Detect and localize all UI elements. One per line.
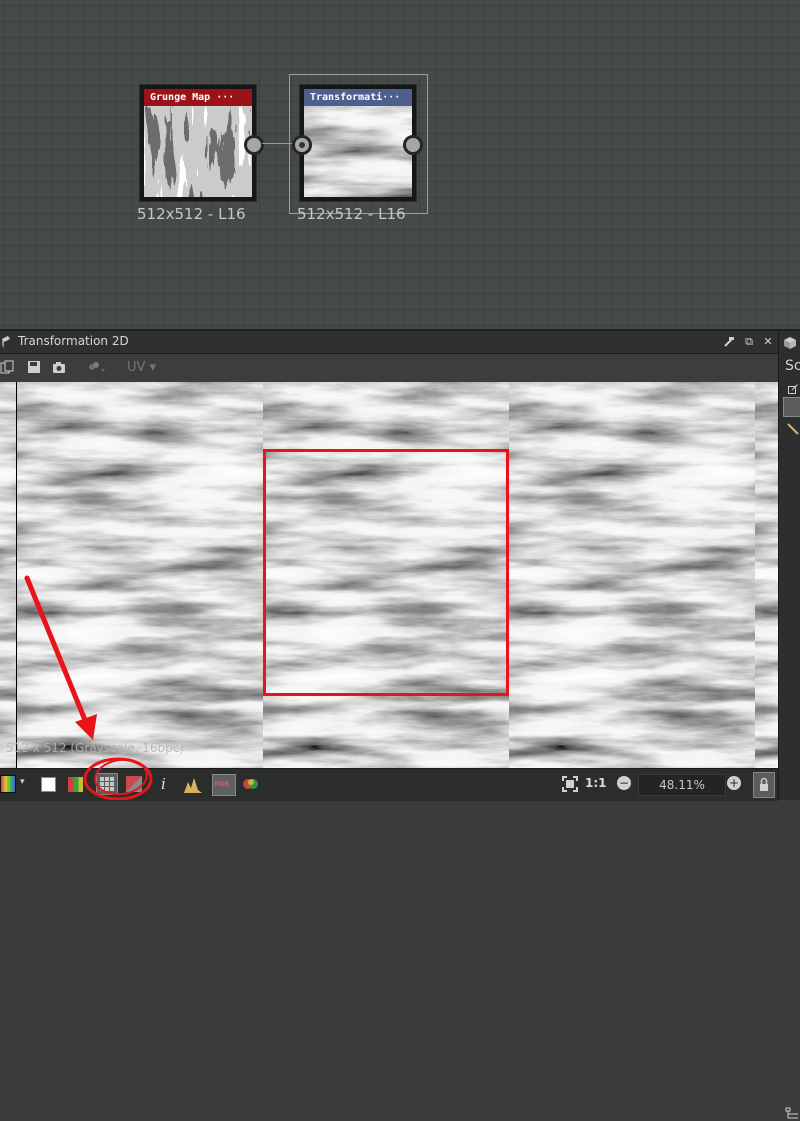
grunge-map-node[interactable]: Grunge Map ···: [139, 84, 257, 202]
histogram-icon[interactable]: [184, 776, 202, 794]
tiling-mode-icon[interactable]: [126, 776, 142, 792]
input-port[interactable]: [292, 135, 312, 155]
external-link-icon[interactable]: [788, 384, 798, 394]
color-channels-icon[interactable]: [243, 776, 259, 792]
actual-size-button[interactable]: 1:1: [585, 776, 607, 790]
output-port[interactable]: [244, 135, 264, 155]
color-mode-icon[interactable]: [0, 775, 16, 793]
transformation-node[interactable]: Transformati···: [299, 84, 417, 202]
plus-icon: +: [728, 776, 740, 790]
node-thumbnail: [304, 106, 412, 197]
node-thumbnail: [144, 106, 252, 197]
channels-icon[interactable]: [87, 360, 105, 374]
close-button[interactable]: ✕: [759, 333, 777, 351]
lock-button[interactable]: [753, 772, 775, 798]
fit-to-view-icon[interactable]: [562, 776, 578, 792]
panel-titlebar: Transformation 2D ⧉ ✕: [0, 331, 778, 354]
panel-title: Transformation 2D: [18, 334, 129, 348]
zoom-value[interactable]: 48.11%: [638, 774, 726, 796]
texture-tile: [509, 382, 755, 768]
pin-icon: [724, 337, 734, 347]
output-port[interactable]: [403, 135, 423, 155]
highlight-box: [263, 449, 509, 696]
texture-tile: [0, 382, 16, 768]
node-resolution-label: 512x512 - L16: [297, 205, 406, 223]
color-mode-dropdown-icon[interactable]: ▾: [20, 777, 25, 787]
view-toolbar: UV ▾: [0, 354, 778, 382]
node-title: Grunge Map ···: [144, 89, 252, 106]
side-panel-title: Sc: [785, 358, 800, 374]
cube-icon: [2, 336, 10, 348]
texture-tile: [17, 382, 263, 768]
texture-tile: [755, 382, 778, 768]
tiling-grid-icon[interactable]: [96, 773, 118, 795]
zoom-out-button[interactable]: −: [617, 776, 631, 790]
float-button[interactable]: ⧉: [740, 333, 758, 351]
zoom-in-button[interactable]: +: [727, 776, 741, 790]
pin-button[interactable]: [720, 333, 738, 351]
copy-icon[interactable]: [0, 360, 14, 374]
node-graph[interactable]: Grunge Map ··· Transformati··· 512x512 -…: [0, 0, 800, 330]
view-bottom-toolbar: ▾ i RGB 1:1 − 48.11% +: [0, 768, 778, 801]
save-icon[interactable]: [27, 360, 41, 374]
image-info-label: 512 x 512 (Grayscale, 16bpc): [6, 741, 185, 755]
background-white-icon[interactable]: [41, 777, 56, 792]
info-icon[interactable]: i: [161, 775, 166, 793]
node-icon-button[interactable]: [783, 397, 800, 417]
rgb-label: RGB: [214, 780, 229, 788]
uv-dropdown[interactable]: UV ▾: [127, 360, 156, 375]
pen-icon[interactable]: [787, 423, 799, 435]
rgb-button[interactable]: RGB: [212, 774, 236, 796]
node-title: Transformati···: [304, 89, 412, 106]
background-color-icon[interactable]: [68, 777, 83, 792]
lock-icon: [760, 777, 768, 791]
camera-icon[interactable]: [52, 360, 66, 374]
cube-icon: [784, 337, 796, 349]
minus-icon: −: [618, 776, 630, 790]
side-panel: Sc: [778, 331, 800, 1119]
node-resolution-label: 512x512 - L16: [137, 205, 246, 223]
tree-icon[interactable]: [785, 1107, 799, 1121]
